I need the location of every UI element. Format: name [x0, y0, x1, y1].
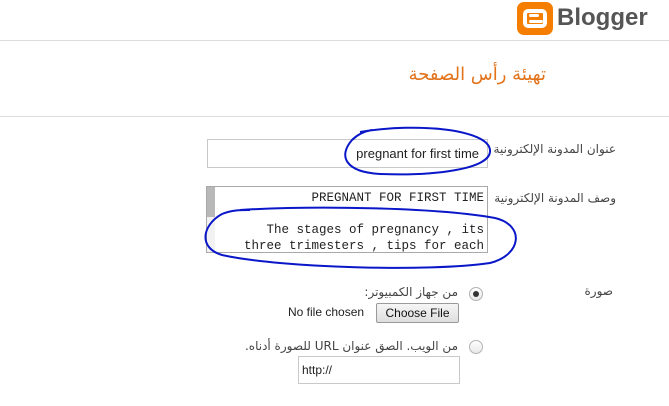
blogger-logo-icon[interactable] — [517, 2, 553, 35]
image-label: صورة — [584, 284, 613, 298]
textarea-scroll-thumb[interactable] — [207, 187, 215, 217]
choose-file-button[interactable]: Choose File — [376, 303, 459, 323]
top-bar: Blogger — [0, 0, 669, 41]
blog-title-input[interactable] — [207, 139, 488, 168]
from-web-radio[interactable] — [469, 340, 483, 354]
from-computer-label: من جهاز الكمبيوتر: — [364, 285, 458, 299]
description-label: وصف المدونة الإلكترونية — [494, 191, 616, 205]
from-web-label: من الويب. الصق عنوان URL للصورة أدناه. — [244, 339, 458, 353]
no-file-text: No file chosen — [288, 305, 365, 319]
from-computer-radio[interactable] — [469, 287, 483, 301]
divider — [0, 116, 669, 117]
radio-selected-dot — [473, 291, 479, 297]
blog-title-label: عنوان المدونة الإلكترونية — [493, 142, 616, 156]
description-textarea[interactable]: PREGNANT FOR FIRST TIME The stages of pr… — [206, 186, 488, 253]
page-title: تهيئة رأس الصفحة — [408, 64, 546, 85]
brand-name[interactable]: Blogger — [557, 4, 648, 32]
image-url-input[interactable] — [298, 356, 460, 384]
